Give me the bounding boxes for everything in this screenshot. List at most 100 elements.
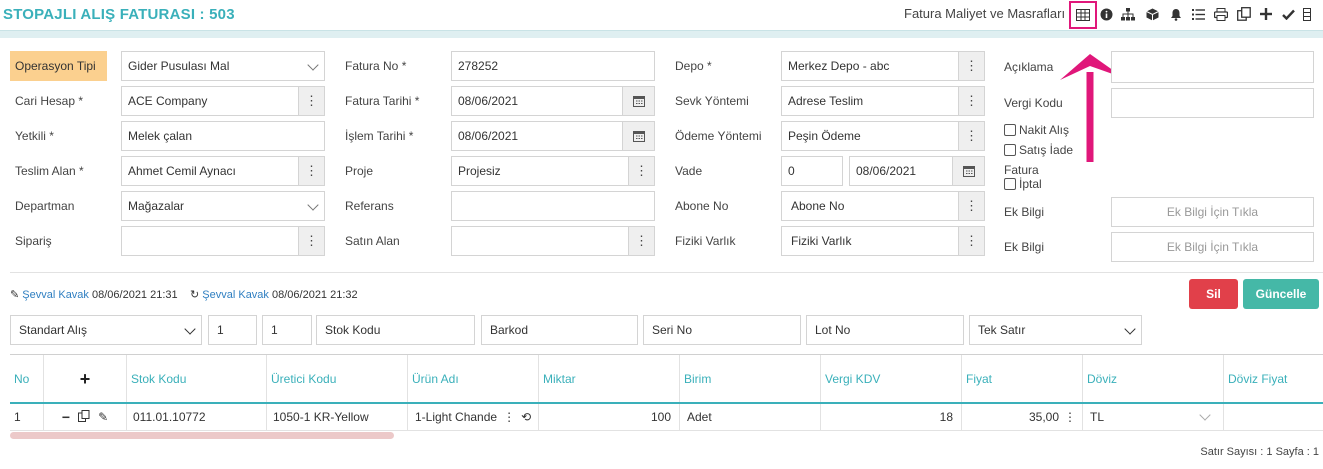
row-mode-select[interactable]: Tek Satır	[969, 315, 1142, 345]
transaction-date-field[interactable]: 08/06/2021	[451, 121, 623, 151]
project-menu-icon[interactable]: ⋮	[629, 156, 655, 186]
purchaser-label: Satın Alan	[345, 234, 400, 248]
authorized-field[interactable]: Melek çalan	[121, 121, 325, 151]
receiver-field[interactable]: Ahmet Cemil Aynacı	[121, 156, 299, 186]
warehouse-menu-icon[interactable]: ⋮	[959, 51, 985, 81]
cell-price[interactable]: 35,00 ⋮	[962, 404, 1083, 431]
barcode-input[interactable]: Barkod	[481, 315, 638, 345]
update-button[interactable]: Güncelle	[1243, 279, 1319, 309]
extra-info-label: Ek Bilgi	[1004, 240, 1045, 254]
list-icon[interactable]	[1187, 2, 1209, 26]
order-label: Sipariş	[15, 234, 52, 248]
due-days-field[interactable]: 0	[781, 156, 843, 186]
reference-field[interactable]	[451, 191, 655, 221]
cell-tax[interactable]: 18	[821, 404, 962, 431]
extra-info-field[interactable]: Ek Bilgi İçin Tıkla	[1111, 197, 1314, 227]
cell-product[interactable]: 1-Light Chande ⋮ ⟲	[408, 404, 539, 431]
subscriber-no-menu-icon[interactable]: ⋮	[959, 191, 985, 221]
shipment-method-field[interactable]: Adrese Teslim	[781, 86, 959, 116]
shipment-method-menu-icon[interactable]: ⋮	[959, 86, 985, 116]
chevron-down-icon	[307, 59, 319, 71]
physical-asset-menu-icon[interactable]: ⋮	[959, 226, 985, 256]
product-menu-icon[interactable]: ⋮	[503, 410, 515, 424]
warehouse-field[interactable]: Merkez Depo - abc	[781, 51, 959, 81]
col-header-fx-price[interactable]: Döviz Fiyat	[1224, 355, 1323, 403]
transaction-date-label: İşlem Tarihi *	[345, 129, 414, 143]
cell-currency[interactable]: TL	[1083, 404, 1224, 431]
check-icon[interactable]	[1277, 2, 1299, 26]
physical-asset-field[interactable]: Fiziki Varlık	[781, 226, 959, 256]
project-field[interactable]: Projesiz	[451, 156, 629, 186]
project-label: Proje	[345, 164, 374, 178]
calendar-icon[interactable]	[623, 86, 655, 116]
department-select[interactable]: Mağazalar	[121, 191, 325, 221]
table-summary: Satır Sayısı : 1 Sayfa : 1	[1200, 446, 1319, 458]
cell-stock-code: 011.01.10772	[127, 404, 267, 431]
receiver-menu-icon[interactable]: ⋮	[299, 156, 325, 186]
delete-button[interactable]: Sil	[1189, 279, 1238, 309]
plus-icon[interactable]	[1255, 2, 1277, 26]
sale-type-select[interactable]: Standart Alış	[10, 315, 202, 345]
duplicate-row-icon[interactable]	[78, 409, 90, 425]
col-header-currency[interactable]: Döviz	[1083, 355, 1224, 403]
cell-unit[interactable]: Adet	[680, 404, 821, 431]
invoice-cancel-checkbox[interactable]: İptal	[1004, 177, 1042, 191]
cell-qty[interactable]: 100	[539, 404, 680, 431]
edit-row-icon[interactable]: ✎	[98, 410, 108, 424]
order-menu-icon[interactable]: ⋮	[299, 226, 325, 256]
shipment-method-label: Sevk Yöntemi	[675, 94, 749, 108]
department-label: Departman	[15, 199, 75, 213]
cell-fx-price[interactable]	[1224, 404, 1323, 431]
columns-icon[interactable]	[1299, 2, 1315, 26]
calendar-icon[interactable]	[953, 156, 985, 186]
col-header-stock-code[interactable]: Stok Kodu	[127, 355, 267, 403]
subscriber-no-field[interactable]: Abone No	[781, 191, 959, 221]
updated-user-link[interactable]: Şevval Kavak	[202, 289, 269, 301]
col-header-maker-code[interactable]: Üretici Kodu	[267, 355, 408, 403]
history-icon[interactable]: ⟲	[521, 410, 531, 424]
cube-icon[interactable]	[1141, 2, 1163, 26]
extra-info-field[interactable]: Ek Bilgi İçin Tıkla	[1111, 232, 1314, 262]
copy-icon[interactable]	[1233, 2, 1255, 26]
invoice-date-field[interactable]: 08/06/2021	[451, 86, 623, 116]
cost-expense-link[interactable]: Fatura Maliyet ve Masrafları	[904, 6, 1065, 21]
current-account-menu-icon[interactable]: ⋮	[299, 86, 325, 116]
col-header-price[interactable]: Fiyat	[962, 355, 1083, 403]
purchaser-field[interactable]	[451, 226, 629, 256]
order-field[interactable]	[121, 226, 299, 256]
info-icon[interactable]	[1095, 2, 1117, 26]
invoice-no-field[interactable]: 278252	[451, 51, 655, 81]
col-header-tax[interactable]: Vergi KDV	[821, 355, 962, 403]
quantity-field-2[interactable]: 1	[262, 315, 312, 345]
table-icon[interactable]	[1069, 1, 1097, 29]
col-header-unit[interactable]: Birim	[680, 355, 821, 403]
operation-type-select[interactable]: Gider Pusulası Mal	[121, 51, 325, 81]
bell-icon[interactable]	[1165, 2, 1187, 26]
cash-purchase-checkbox[interactable]: Nakit Alış	[1004, 123, 1069, 137]
quantity-field-1[interactable]: 1	[208, 315, 257, 345]
sales-return-checkbox[interactable]: Satış İade	[1004, 143, 1073, 157]
print-icon[interactable]	[1210, 2, 1232, 26]
reference-label: Referans	[345, 199, 394, 213]
due-date-field[interactable]: 08/06/2021	[849, 156, 953, 186]
stock-code-input[interactable]: Stok Kodu	[316, 315, 475, 345]
col-header-product[interactable]: Ürün Adı	[408, 355, 539, 403]
description-textarea[interactable]	[1111, 51, 1314, 83]
col-header-qty[interactable]: Miktar	[539, 355, 680, 403]
add-row-icon[interactable]: +	[44, 355, 127, 403]
col-header-no[interactable]: No	[10, 355, 44, 403]
horizontal-scrollbar[interactable]	[10, 432, 394, 439]
remove-row-icon[interactable]: −	[62, 409, 70, 425]
serial-no-input[interactable]: Seri No	[643, 315, 801, 345]
calendar-icon[interactable]	[623, 121, 655, 151]
lot-no-input[interactable]: Lot No	[806, 315, 964, 345]
tax-code-field[interactable]	[1111, 88, 1314, 118]
purchaser-menu-icon[interactable]: ⋮	[629, 226, 655, 256]
payment-method-field[interactable]: Peşin Ödeme	[781, 121, 959, 151]
sitemap-icon[interactable]	[1117, 2, 1139, 26]
price-menu-icon[interactable]: ⋮	[1064, 410, 1076, 424]
current-account-field[interactable]: ACE Company	[121, 86, 299, 116]
chevron-down-icon	[1124, 323, 1136, 335]
payment-method-menu-icon[interactable]: ⋮	[959, 121, 985, 151]
created-user-link[interactable]: Şevval Kavak	[22, 289, 89, 301]
